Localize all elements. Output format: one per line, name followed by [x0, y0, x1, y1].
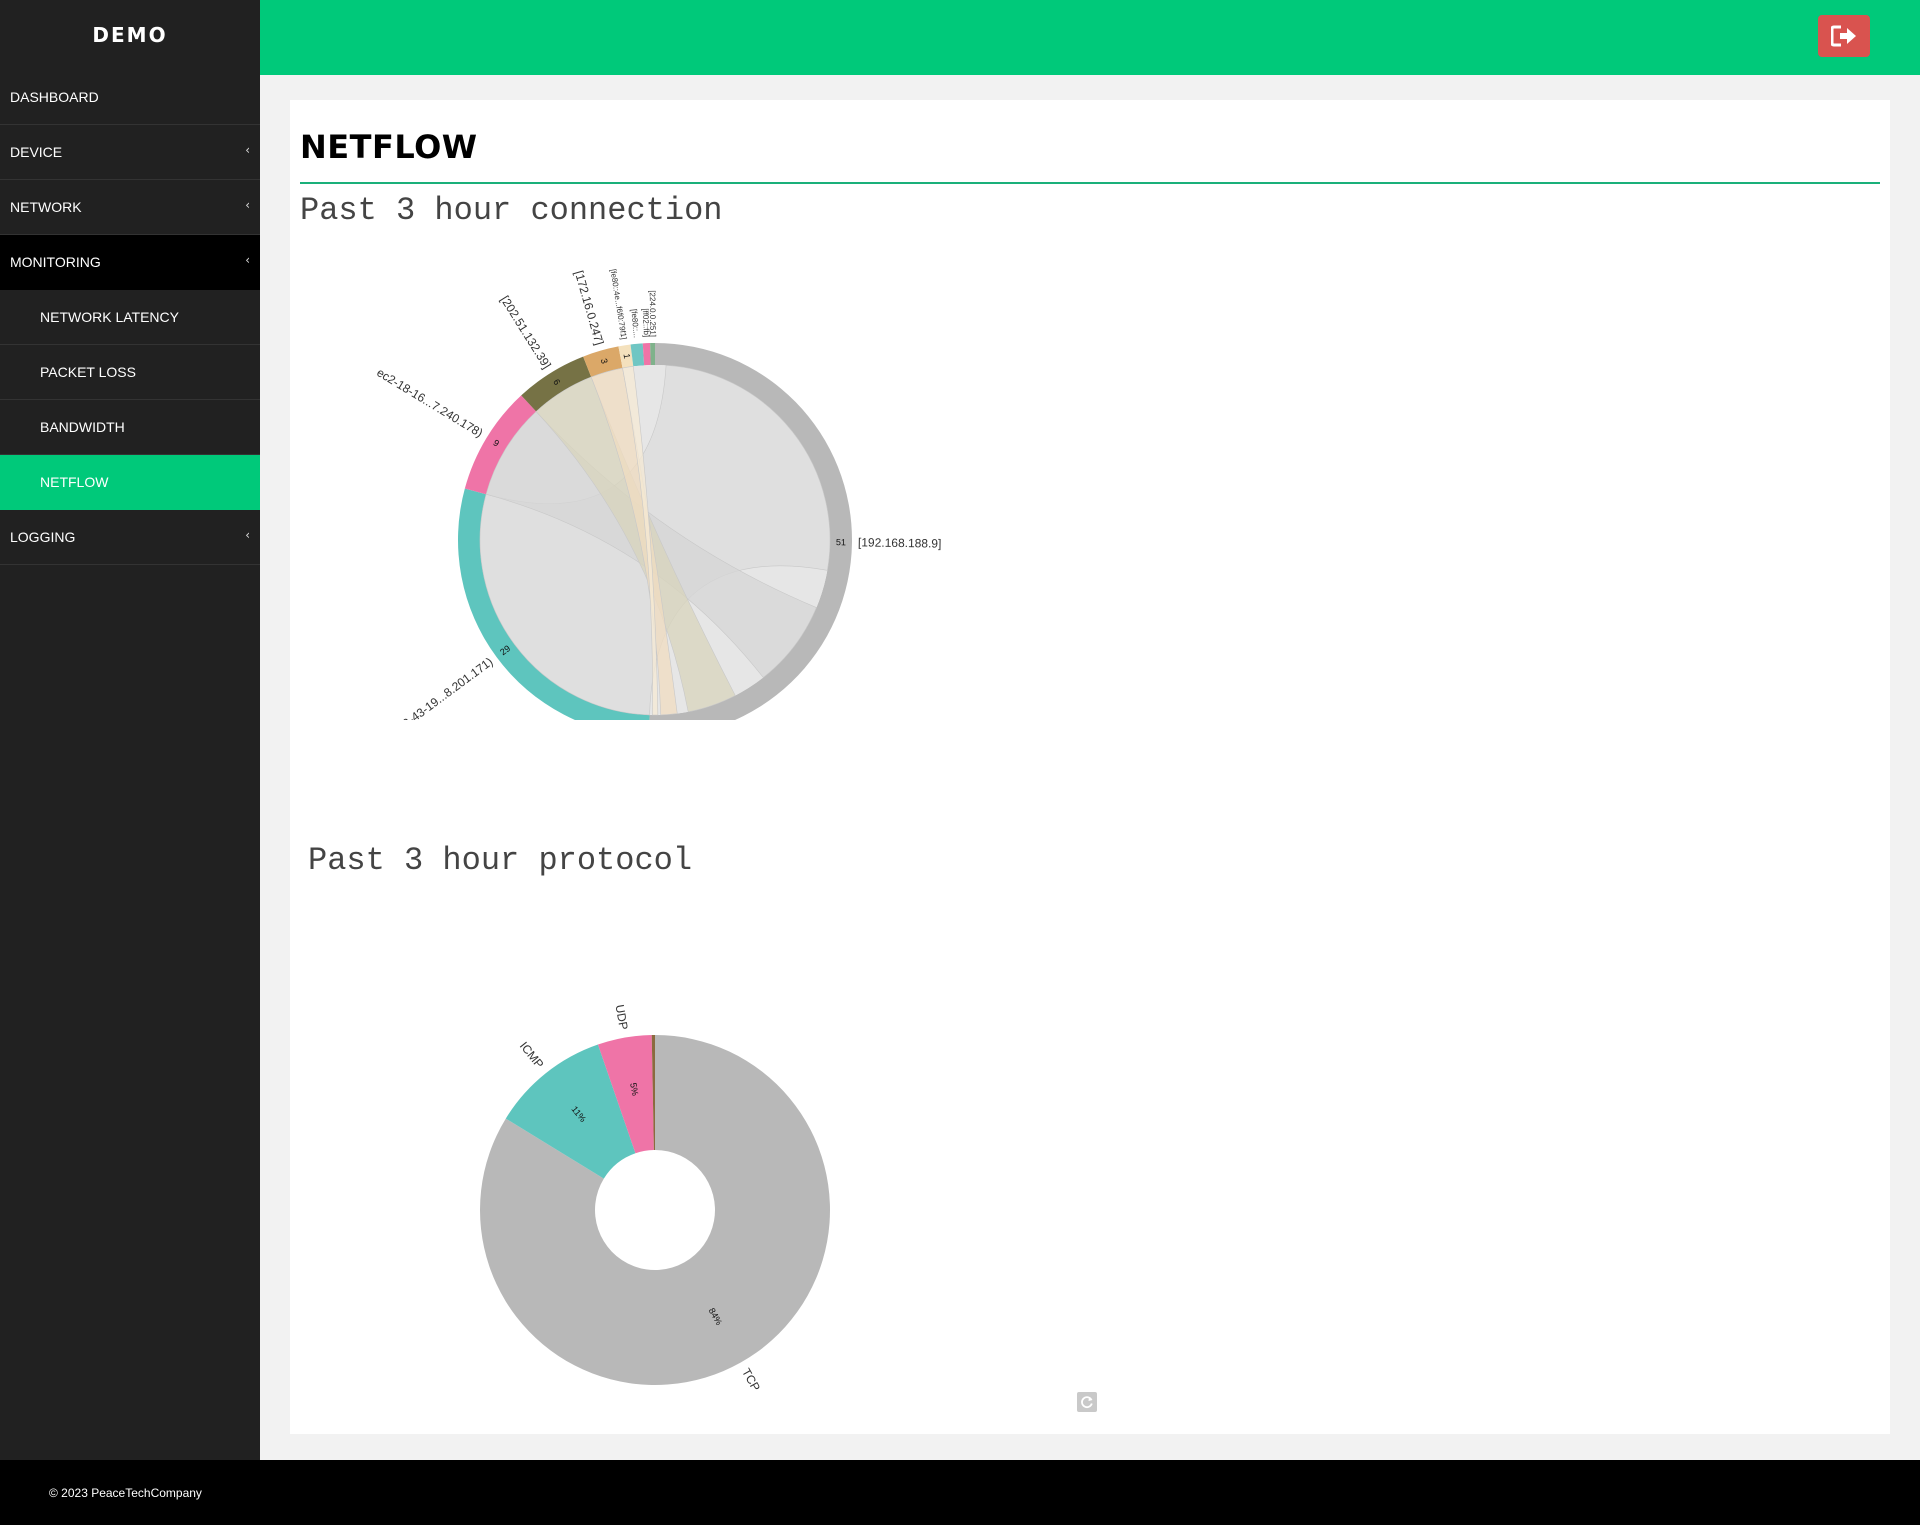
sidebar-item-dashboard[interactable]: DASHBOARD: [0, 70, 260, 125]
chord-value-label: 51: [836, 537, 846, 547]
connection-chord-chart: 51299631[192.168.188.9]ec2-43-19...8.201…: [374, 268, 942, 720]
chord-group-label: [172.16.0.247]: [572, 269, 607, 347]
sidebar-item-label: NETWORK LATENCY: [40, 309, 179, 325]
sidebar-item-bandwidth[interactable]: BANDWIDTH: [0, 400, 260, 455]
protocol-donut-chart: 84%TCP11%ICMP5%UDP: [480, 1003, 830, 1394]
chord-group-label: [192.168.188.9]: [858, 535, 942, 550]
sidebar-item-label: NETFLOW: [40, 474, 109, 490]
logout-icon: [1831, 25, 1856, 47]
chevron-left-icon: ‹: [245, 253, 250, 267]
protocol-chart-title: Past 3 hour protocol: [308, 842, 693, 879]
chord-group-label: [fe80::...: [629, 309, 641, 339]
protocol-name-label: UDP: [613, 1003, 631, 1030]
chord-group-arc: [642, 343, 651, 366]
chord-group-label: [fe80::4e...f6f0:79f1]: [608, 268, 628, 340]
sidebar: DEMO DASHBOARD DEVICE ‹ NETWORK ‹ MONITO…: [0, 0, 260, 1460]
refresh-icon[interactable]: [1077, 1392, 1097, 1412]
chord-group-label: [202.51.132.39]: [498, 293, 554, 371]
chord-group-arc: [650, 343, 655, 366]
chevron-left-icon: ‹: [245, 143, 250, 157]
sidebar-item-label: PACKET LOSS: [40, 364, 136, 380]
sidebar-item-packet-loss[interactable]: PACKET LOSS: [0, 345, 260, 400]
chevron-left-icon: ‹: [245, 528, 250, 542]
sidebar-item-label: NETWORK: [10, 199, 82, 215]
sidebar-item-netflow[interactable]: NETFLOW: [0, 455, 260, 510]
sidebar-item-label: DEVICE: [10, 144, 63, 160]
sidebar-item-label: MONITORING: [10, 254, 101, 270]
sidebar-item-label: BANDWIDTH: [40, 419, 125, 435]
sidebar-item-monitoring[interactable]: MONITORING ‹: [0, 235, 260, 290]
main-panel: NETFLOW Past 3 hour connection 51 29 9 6 3 1[…: [290, 100, 1890, 1434]
protocol-name-label: ICMP: [517, 1039, 547, 1071]
brand-logo[interactable]: DEMO: [0, 0, 260, 70]
chord-group-label: [224.0.0.251]: [648, 290, 658, 337]
logout-button[interactable]: [1818, 15, 1870, 57]
sidebar-item-network-latency[interactable]: NETWORK LATENCY: [0, 290, 260, 345]
sidebar-item-logging[interactable]: LOGGING ‹: [0, 510, 260, 565]
chord-group-label: ec2-43-19...8.201.171): [390, 655, 496, 720]
chevron-left-icon: ‹: [245, 198, 250, 212]
sidebar-item-label: LOGGING: [10, 529, 76, 545]
sidebar-item-device[interactable]: DEVICE ‹: [0, 125, 260, 180]
footer-copyright: © 2023 PeaceTechCompany: [49, 1485, 202, 1500]
footer: © 2023 PeaceTechCompany: [0, 1460, 1920, 1525]
sidebar-item-network[interactable]: NETWORK ‹: [0, 180, 260, 235]
protocol-name-label: TCP: [739, 1366, 763, 1394]
chord-group-label: ec2-18-16...7.240.178): [374, 365, 485, 440]
top-bar: [260, 0, 1920, 75]
sidebar-item-label: DASHBOARD: [10, 89, 99, 105]
refresh-glyph-icon: [1081, 1396, 1093, 1408]
